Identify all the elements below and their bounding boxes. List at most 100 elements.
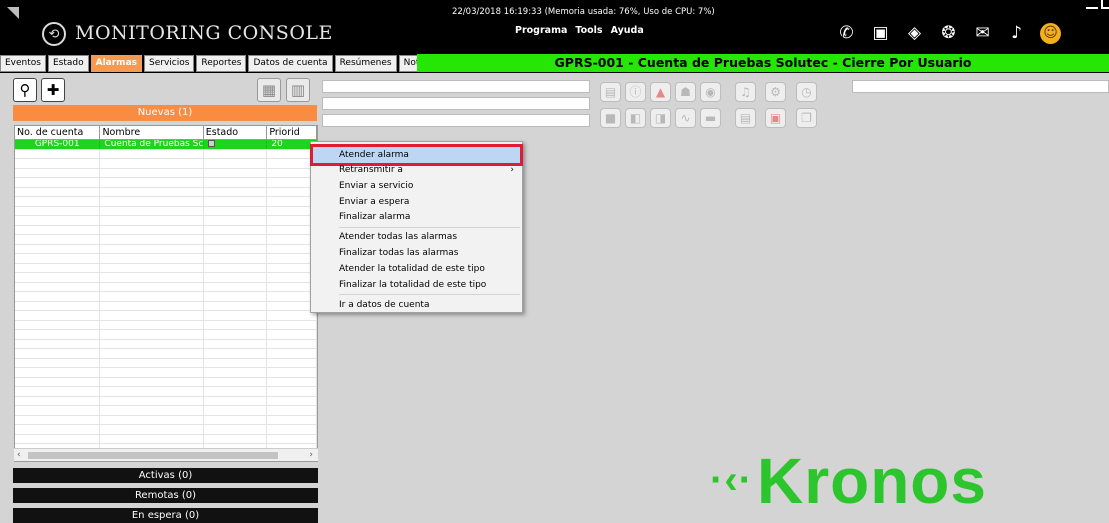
menu-item-enviar-servicio[interactable]: Enviar a servicio xyxy=(313,178,520,194)
menu-item-enviar-espera[interactable]: Enviar a espera xyxy=(313,194,520,210)
owl-icon[interactable]: ❂ xyxy=(938,23,959,44)
column-name[interactable]: Nombre xyxy=(100,126,204,139)
menu-item-atender-tipo[interactable]: Atender la totalidad de este tipo xyxy=(313,261,520,277)
empty-table-row xyxy=(15,415,317,425)
empty-cell xyxy=(204,320,268,329)
empty-cell xyxy=(100,349,204,358)
column-account[interactable]: No. de cuenta xyxy=(15,126,101,139)
menu-ayuda[interactable]: Ayuda xyxy=(611,25,644,36)
empty-cell xyxy=(100,339,204,348)
warning-icon[interactable]: ▲ xyxy=(650,82,671,102)
submenu-arrow-icon: › xyxy=(510,165,514,175)
menu-item-atender-alarma[interactable]: Atender alarma xyxy=(310,144,523,166)
empty-cell xyxy=(15,206,101,215)
empty-cell xyxy=(267,415,317,424)
add-button[interactable]: ✚ xyxy=(41,78,65,102)
gears-icon[interactable]: ⚙ xyxy=(765,82,786,102)
video-icon[interactable]: ■ xyxy=(600,108,621,128)
phone-icon[interactable]: ✆ xyxy=(836,23,857,44)
tab-reportes[interactable]: Reportes xyxy=(196,55,247,72)
camera-icon[interactable]: ◧ xyxy=(625,108,646,128)
empty-cell xyxy=(100,387,204,396)
menu-item-datos-cuenta[interactable]: Ir a datos de cuenta xyxy=(313,297,520,313)
calendar-button[interactable]: ▦ xyxy=(257,78,281,102)
menu-item-finalizar-tipo[interactable]: Finalizar la totalidad de este tipo xyxy=(313,277,520,293)
title-bar: ⟲ MONITORING CONSOLE 22/03/2018 16:19:33… xyxy=(0,0,1109,52)
scroll-right-icon[interactable]: › xyxy=(309,449,313,462)
menu-item-retransmitir[interactable]: Retransmitir a › xyxy=(313,162,520,178)
empty-cell xyxy=(204,311,268,320)
empty-table-row xyxy=(15,387,317,397)
table-row[interactable]: GPRS-001 Cuenta de Pruebas Sc 20 xyxy=(15,140,317,150)
empty-cell xyxy=(15,358,101,367)
shield-icon[interactable]: ◈ xyxy=(904,23,925,44)
tab-servicios[interactable]: Servicios xyxy=(144,55,195,72)
horizontal-scrollbar[interactable]: ‹ › xyxy=(14,448,318,461)
copy-icon[interactable]: ❐ xyxy=(796,108,817,128)
info-field-4[interactable] xyxy=(852,80,1109,93)
menu-programa[interactable]: Programa xyxy=(515,25,567,36)
menu-item-finalizar-todas[interactable]: Finalizar todas las alarmas xyxy=(313,245,520,261)
en-espera-section[interactable]: En espera (0) xyxy=(13,508,318,523)
tab-datos-de-cuenta[interactable]: Datos de cuenta xyxy=(248,55,333,72)
column-state[interactable]: Estado xyxy=(204,126,268,139)
nuevas-section-header[interactable]: Nuevas (1) xyxy=(13,105,317,121)
empty-cell xyxy=(204,149,268,158)
sound-settings-icon[interactable]: ♫ xyxy=(735,82,756,102)
info-icon[interactable]: ⓘ xyxy=(625,82,646,102)
remotas-section[interactable]: Remotas (0) xyxy=(13,488,318,503)
maximize-button[interactable] xyxy=(1101,0,1109,9)
account-banner: GPRS-001 - Cuenta de Pruebas Solutec - C… xyxy=(417,54,1109,72)
smiley-icon[interactable]: ☺ xyxy=(1040,23,1061,44)
empty-cell xyxy=(204,263,268,272)
empty-cell xyxy=(267,320,317,329)
empty-table-row xyxy=(15,292,317,302)
menu-item-finalizar-alarma[interactable]: Finalizar alarma xyxy=(313,209,520,225)
minimize-button[interactable] xyxy=(1086,0,1098,9)
empty-cell xyxy=(100,282,204,291)
tab-resumenes[interactable]: Resúmenes xyxy=(334,55,397,72)
chat-icon[interactable]: ✉ xyxy=(972,23,993,44)
context-menu: Atender alarma Retransmitir a › Enviar a … xyxy=(310,141,523,313)
card-icon[interactable]: ▣ xyxy=(870,23,891,44)
column-priority[interactable]: Priorid xyxy=(267,126,317,139)
menu-bar: Programa Tools Ayuda xyxy=(515,25,644,36)
activas-section[interactable]: Activas (0) xyxy=(13,468,318,483)
lock-icon[interactable]: ▣ xyxy=(765,108,786,128)
scroll-thumb[interactable] xyxy=(28,452,278,459)
info-field-1[interactable] xyxy=(322,80,590,93)
info-field-2[interactable] xyxy=(322,97,590,110)
empty-table-row xyxy=(15,339,317,349)
volume-icon[interactable]: ◉ xyxy=(700,82,721,102)
empty-cell xyxy=(204,377,268,386)
empty-cell xyxy=(204,178,268,187)
person-icon[interactable]: ◨ xyxy=(650,108,671,128)
briefcase-icon[interactable]: ▬ xyxy=(700,108,721,128)
empty-cell xyxy=(15,187,101,196)
empty-cell xyxy=(267,349,317,358)
chart-icon[interactable]: ∿ xyxy=(675,108,696,128)
tab-estado[interactable]: Estado xyxy=(47,55,89,72)
search-icon: ⚲ xyxy=(19,81,31,99)
empty-cell xyxy=(15,425,101,434)
empty-cell xyxy=(15,387,101,396)
users-icon[interactable]: ☗ xyxy=(675,82,696,102)
tab-alarmas[interactable]: Alarmas xyxy=(90,55,142,72)
menu-tools[interactable]: Tools xyxy=(575,25,602,36)
empty-table-row xyxy=(15,301,317,311)
scroll-left-icon[interactable]: ‹ xyxy=(17,449,21,462)
empty-cell xyxy=(15,330,101,339)
empty-cell xyxy=(204,396,268,405)
menu-item-atender-todas[interactable]: Atender todas las alarmas xyxy=(313,229,520,245)
search-button[interactable]: ⚲ xyxy=(13,78,37,102)
clock-icon[interactable]: ◷ xyxy=(796,82,817,102)
empty-cell xyxy=(15,349,101,358)
tab-eventos[interactable]: Eventos xyxy=(0,55,46,72)
empty-table-row xyxy=(15,197,317,207)
info-field-3[interactable] xyxy=(322,114,590,127)
notes-icon[interactable]: ▤ xyxy=(600,82,621,102)
alarms-table: No. de cuenta Nombre Estado Priorid GPRS… xyxy=(14,125,318,462)
document-icon[interactable]: ▤ xyxy=(735,108,756,128)
delete-button[interactable]: ▥ xyxy=(286,78,310,102)
speaker-icon[interactable]: ♪ xyxy=(1006,23,1027,44)
